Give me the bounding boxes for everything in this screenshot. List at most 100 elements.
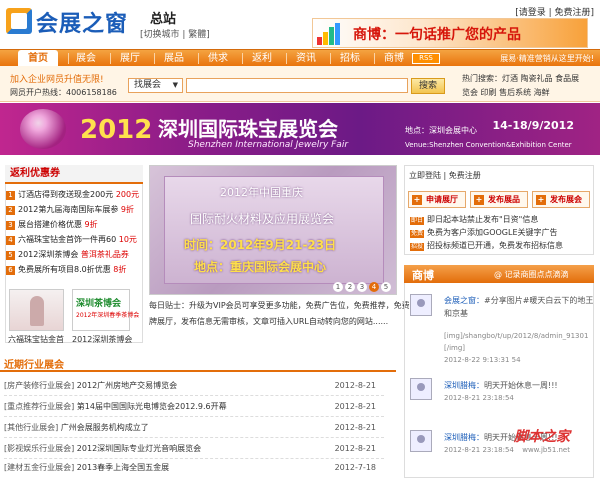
logo-text: 会展之窗 <box>36 12 129 37</box>
hot-search-links-2[interactable]: 览会 印刷 售后系统 海鲜 <box>462 87 550 98</box>
slide-line: 国际耐火材料及应用展览会 <box>190 212 335 226</box>
jewelry-thumbnail[interactable] <box>9 289 64 331</box>
bar-chart-icon <box>317 23 347 45</box>
recent-expos-header: 近期行业展会 <box>0 352 396 372</box>
nav-divider <box>154 53 155 64</box>
nav-divider <box>330 53 331 64</box>
nav-promo-link[interactable]: 展易·精准营销从这里开始! <box>500 50 594 67</box>
list-item[interactable]: 1 订酒店得到夜送现金200元 200元 <box>6 189 139 200</box>
jewel-decoration <box>20 109 66 149</box>
search-category-select[interactable]: 找展会 ▼ <box>128 78 183 93</box>
chevron-down-icon: ▼ <box>172 81 178 89</box>
slide-dot[interactable]: 1 <box>333 282 343 292</box>
plus-icon: + <box>412 195 422 205</box>
tea-expo-thumbnail[interactable]: 深圳茶博会 2012年深圳春季茶博会 <box>72 289 139 331</box>
slide-place: 地点：重庆国际会展中心 <box>194 260 327 274</box>
thumbnail-caption[interactable]: 2012深圳茶博会 <box>72 334 132 345</box>
nav-products[interactable]: 展品 <box>158 50 190 67</box>
table-row[interactable]: [影视娱乐行业展会] 2012深圳国际专业灯光音响展览会 2012-8-21 <box>4 439 384 459</box>
nav-divider <box>68 53 69 64</box>
shangbo-title: 商博 <box>412 269 434 282</box>
post-timestamp: 2012-8-22 9:13:31 54 <box>444 356 521 364</box>
post-meta: [/img] <box>444 344 466 352</box>
rebate-panel-title: 返利优惠券 <box>5 165 143 184</box>
nav-rebate[interactable]: 返利 <box>246 50 278 67</box>
nav-divider <box>374 53 375 64</box>
shangbo-header: 商博 @ 记录商圈点点滴滴 <box>404 265 594 283</box>
plus-icon: + <box>474 195 484 205</box>
banner-date: 14-18/9/2012 <box>492 119 575 132</box>
thumbnail-caption[interactable]: 六福珠宝钻金首 <box>8 334 64 345</box>
slide-line: 2012年中国重庆 <box>220 186 303 199</box>
post-meta: [img]/shangbo/t/up/2012/8/admin_91301 <box>444 332 589 340</box>
hotline-text: 网员开户热线：4006158186 <box>10 88 117 97</box>
nav-divider <box>242 53 243 64</box>
header-ad-text: 商博：一句话推广您的产品 <box>353 27 521 43</box>
list-item[interactable]: 2 2012第九届海南国际车展参 9折 <box>6 204 134 215</box>
nav-tender[interactable]: 招标 <box>334 50 366 67</box>
search-button[interactable]: 搜索 <box>411 78 445 94</box>
banner-venue: Venue:Shenzhen Convention&Exhibition Cen… <box>405 141 572 149</box>
avatar[interactable] <box>410 378 432 400</box>
featured-slideshow[interactable]: 2012年中国重庆 国际耐火材料及应用展览会 时间：2012年9月21-23日 … <box>149 165 397 295</box>
nav-news[interactable]: 资讯 <box>290 50 322 67</box>
banner-place: 地点：深圳会展中心 <box>405 126 477 135</box>
thumb-subtitle: 2012年深圳春季茶博会 <box>76 312 140 319</box>
login-register[interactable]: 立即登陆 | 免费注册 <box>409 170 481 181</box>
nav-divider <box>198 53 199 64</box>
slide-time: 时间：2012年9月21-23日 <box>184 238 337 252</box>
search-category-value: 找展会 <box>134 80 162 90</box>
apply-hall-button[interactable]: + 申请展厅 <box>408 191 466 208</box>
list-item[interactable]: 4 六福珠宝钻金首饰一件再60 10元 <box>6 234 137 245</box>
table-row[interactable]: [重点推荐行业展会] 第14届中国国际光电博览会2012.9.6开幕 2012-8… <box>4 397 384 417</box>
login-register-links[interactable]: [请登录 | 免费注册] <box>515 5 594 18</box>
slide-dot[interactable]: 3 <box>357 282 367 292</box>
nav-supply[interactable]: 供求 <box>202 50 234 67</box>
list-item[interactable]: 3 展台搭建价格优惠 9折 <box>6 219 98 230</box>
search-input[interactable] <box>186 78 408 93</box>
expo-logo-icon <box>6 8 32 34</box>
post-text: 和京基 <box>444 309 468 318</box>
post-author[interactable]: 会展之窗：#分享图片#暖天白云下的地王 <box>444 295 593 306</box>
shangbo-record-link[interactable]: @ 记录商圈点点滴滴 <box>494 269 569 280</box>
nav-shangbo[interactable]: 商博 <box>378 50 410 67</box>
list-item[interactable]: 5 2012深圳茶博会 普洱茶礼品券 <box>6 249 129 260</box>
avatar[interactable] <box>410 294 432 316</box>
hot-search-links[interactable]: 热门搜索：灯酒 陶瓷礼品 食品展 <box>462 73 579 84</box>
nav-exhibitions[interactable]: 展会 <box>70 50 102 67</box>
notice-item[interactable]: 免费 免费为客户添加GOOGLE关键字广告 <box>410 227 558 238</box>
watermark-logo: 脚本之家 <box>514 429 570 445</box>
banner-en-title: Shenzhen International Jewelry Fair <box>188 140 349 150</box>
plus-icon: + <box>536 195 546 205</box>
table-row[interactable]: [房产装修行业展会] 2012广州房地产交易博览会 2012-8-21 <box>4 376 384 396</box>
daily-tip-2: 牌展厅，发布信息无需审核，文章可插入URL自动转向您的网站...... <box>149 317 389 326</box>
nav-halls[interactable]: 展厅 <box>114 50 146 67</box>
slide-dot[interactable]: 2 <box>345 282 355 292</box>
post-timestamp: 2012-8-21 23:18:54 <box>444 394 514 402</box>
post-expo-button[interactable]: + 发布展会 <box>532 191 590 208</box>
post-product-button[interactable]: + 发布展品 <box>470 191 528 208</box>
switch-city-link[interactable]: [切换城市 | 繁體] <box>140 27 210 40</box>
nav-divider <box>286 53 287 64</box>
join-member-link[interactable]: 加入企业网员升值无限! <box>10 72 104 85</box>
daily-tip: 每日贴士：升级为VIP会员可享受更多功能，免费广告位，免费推荐，免费晶 <box>149 301 418 310</box>
nav-home[interactable]: 首页 <box>18 50 58 67</box>
slide-dot-active[interactable]: 4 <box>369 282 379 292</box>
header-ad-banner[interactable]: 商博：一句话推广您的产品 <box>312 18 588 48</box>
notice-item[interactable]: 即日 即日起本站禁止发布"日资"信息 <box>410 214 538 225</box>
recent-expos-title: 近期行业展会 <box>4 360 64 371</box>
slide-dot[interactable]: 5 <box>381 282 391 292</box>
notice-item[interactable]: 招投 招投标频道已开通，免费发布招标信息 <box>410 240 563 251</box>
site-logo[interactable]: 会展之窗 <box>6 4 136 38</box>
table-row[interactable]: [其他行业展会] 广州会展服务机构成立了 2012-8-21 <box>4 418 384 438</box>
banner-title: 深圳国际珠宝展览会 <box>158 117 338 141</box>
post-timestamp: 2012-8-21 23:18:54 <box>444 446 514 454</box>
model-figure <box>30 296 44 326</box>
list-item[interactable]: 6 免费展所有项目8.0折优惠 8折 <box>6 264 126 275</box>
avatar[interactable] <box>410 430 432 452</box>
post-author[interactable]: 深圳腊梅：明天开始休息一周!!! <box>444 380 558 391</box>
rss-icon[interactable]: RSS <box>412 53 440 64</box>
jewelry-fair-banner[interactable]: 2012 深圳国际珠宝展览会 Shenzhen International Je… <box>0 103 600 155</box>
main-nav: 首页 展会 展厅 展品 供求 返利 资讯 招标 商博 RSS 展易·精准营销从这… <box>0 49 600 67</box>
table-row[interactable]: [建材五金行业展会] 2013春季上海全国五金展 2012-7-18 <box>4 458 384 478</box>
